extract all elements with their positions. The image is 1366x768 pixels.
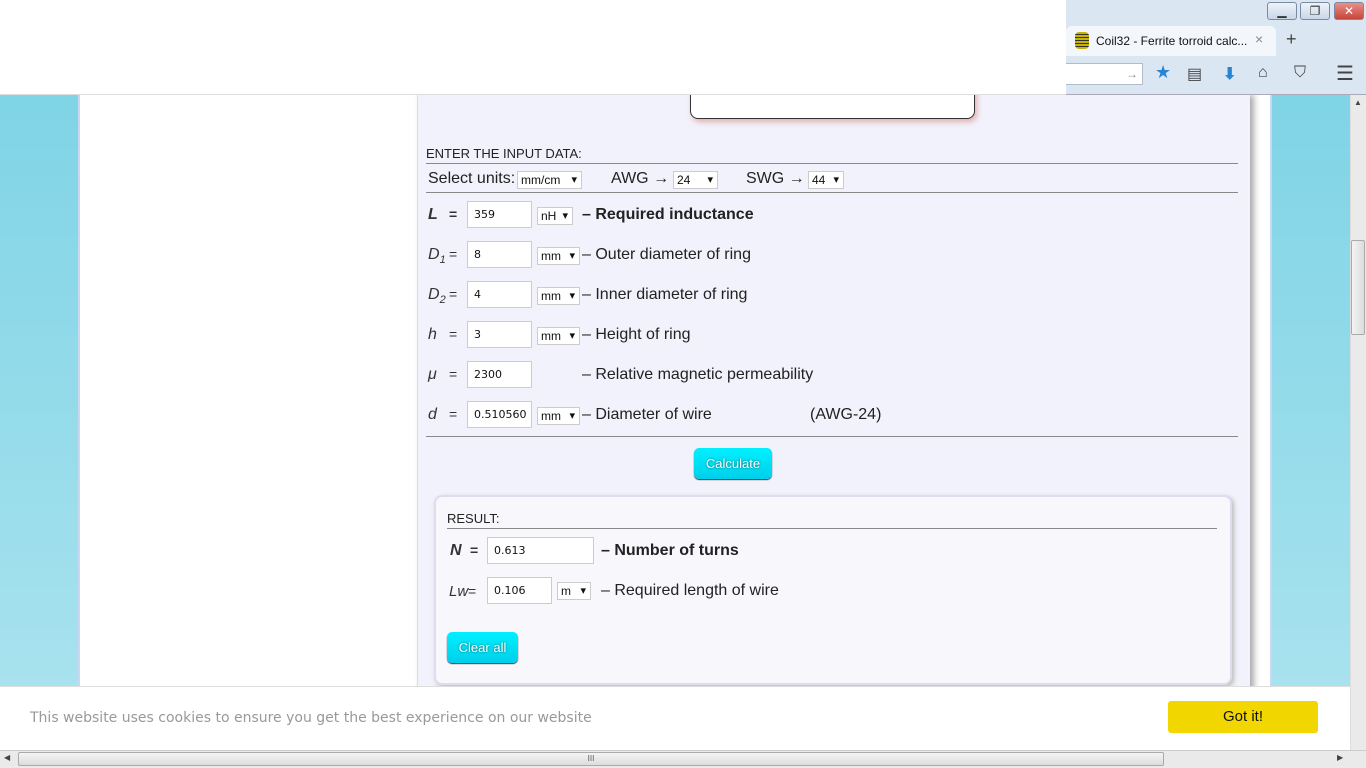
- symbol-subscript: 1: [439, 254, 446, 267]
- browser-tab[interactable]: Coil32 - Ferrite torroid calc...: [1066, 26, 1276, 56]
- vertical-scroll-thumb[interactable]: [1351, 240, 1365, 335]
- description-1: – Outer diameter of ring: [582, 246, 751, 263]
- value-input-0[interactable]: 359: [467, 201, 532, 228]
- scroll-right-icon[interactable]: ▶: [1337, 753, 1343, 762]
- equals-sign: =: [449, 366, 458, 382]
- equals-sign: =: [449, 406, 458, 422]
- equals-sign: =: [449, 326, 458, 342]
- swg-label: SWG →: [746, 170, 805, 187]
- unit-select-5[interactable]: mm: [537, 407, 580, 425]
- symbol-5: d: [428, 406, 437, 424]
- new-tab-button[interactable]: +: [1286, 29, 1297, 50]
- value-input-2[interactable]: 4: [467, 281, 532, 308]
- page-background-right: [1272, 95, 1350, 695]
- symbol-text: D: [428, 286, 440, 303]
- divider: [426, 436, 1238, 437]
- horizontal-scroll-thumb[interactable]: III: [18, 752, 1164, 766]
- result-heading: RESULT:: [447, 511, 500, 526]
- wire-length-label: – Required length of wire: [601, 582, 779, 599]
- equals-sign: =: [449, 206, 458, 222]
- swg-select[interactable]: 44: [808, 171, 844, 189]
- minimize-button[interactable]: ▁: [1267, 2, 1297, 20]
- symbol-2: D2: [428, 286, 446, 306]
- scroll-up-icon[interactable]: ▲: [1354, 98, 1362, 107]
- close-window-button[interactable]: ✕: [1334, 2, 1364, 20]
- blank-overlay: [0, 0, 1066, 95]
- coil-favicon-icon: [1075, 32, 1089, 49]
- input-heading: ENTER THE INPUT DATA:: [426, 146, 582, 161]
- equals-sign: =: [449, 246, 458, 262]
- symbol-text: D: [428, 246, 440, 263]
- description-2: – Inner diameter of ring: [582, 286, 748, 303]
- description-3: – Height of ring: [582, 326, 691, 343]
- cookie-message: This website uses cookies to ensure you …: [30, 710, 592, 726]
- equals-sign: =: [449, 286, 458, 302]
- description-5: – Diameter of wire: [582, 406, 712, 423]
- awg-label: AWG →: [611, 170, 670, 187]
- length-unit-select[interactable]: m: [557, 582, 591, 600]
- value-input-4[interactable]: 2300: [467, 361, 532, 388]
- n-equals: =: [470, 542, 479, 558]
- value-input-3[interactable]: 3: [467, 321, 532, 348]
- tab-close-icon[interactable]: ×: [1255, 31, 1263, 47]
- description-4: – Relative magnetic permeability: [582, 366, 814, 383]
- unit-select-0[interactable]: nH: [537, 207, 573, 225]
- bookmark-star-icon[interactable]: ★: [1155, 62, 1171, 83]
- symbol-text: L: [428, 206, 438, 223]
- divider: [426, 192, 1238, 193]
- symbol-1: D1: [428, 246, 446, 266]
- select-units-label: Select units:: [428, 170, 516, 187]
- symbol-subscript: 2: [439, 294, 446, 307]
- turns-output[interactable]: 0.613: [487, 537, 594, 564]
- wire-length-output[interactable]: 0.106: [487, 577, 552, 604]
- lw-symbol: Lw: [449, 583, 469, 600]
- value-input-5[interactable]: 0.510560: [467, 401, 532, 428]
- go-arrow-icon[interactable]: →: [1126, 67, 1138, 81]
- unit-select-1[interactable]: mm: [537, 247, 580, 265]
- scroll-grip: III: [587, 754, 595, 763]
- calculate-button[interactable]: Calculate: [694, 448, 772, 479]
- symbol-0: L: [428, 206, 438, 224]
- home-icon[interactable]: ⌂: [1258, 64, 1268, 82]
- description-0: – Required inductance: [582, 206, 754, 223]
- url-bar[interactable]: →: [1066, 63, 1143, 85]
- vertical-scrollbar[interactable]: [1350, 95, 1366, 750]
- pocket-icon[interactable]: ⛉: [1294, 64, 1306, 82]
- symbol-text: d: [428, 406, 437, 423]
- download-icon[interactable]: ⬇: [1223, 64, 1236, 84]
- unit-select-2[interactable]: mm: [537, 287, 580, 305]
- lw-equals: =: [468, 583, 477, 599]
- symbol-text: μ: [428, 366, 437, 383]
- awg-select[interactable]: 24: [673, 171, 718, 189]
- cookie-accept-button[interactable]: Got it!: [1168, 701, 1318, 733]
- clear-all-button[interactable]: Clear all: [447, 632, 518, 663]
- menu-icon[interactable]: ☰: [1336, 61, 1354, 86]
- n-symbol: N: [450, 542, 462, 559]
- symbol-4: μ: [428, 366, 437, 384]
- wire-gauge-note: (AWG-24): [810, 406, 882, 423]
- units-select[interactable]: mm/cm: [517, 171, 582, 189]
- unit-select-3[interactable]: mm: [537, 327, 580, 345]
- divider: [447, 528, 1217, 529]
- value-input-1[interactable]: 8: [467, 241, 532, 268]
- scroll-left-icon[interactable]: ◀: [4, 753, 10, 762]
- reading-list-icon[interactable]: ▤: [1187, 64, 1202, 84]
- tab-title: Coil32 - Ferrite torroid calc...: [1096, 34, 1248, 48]
- symbol-text: h: [428, 326, 437, 343]
- result-panel: [434, 495, 1232, 685]
- restore-button[interactable]: ❐: [1300, 2, 1330, 20]
- page-background-left: [0, 95, 78, 695]
- symbol-3: h: [428, 326, 437, 344]
- divider: [426, 163, 1238, 164]
- turns-label: – Number of turns: [601, 542, 739, 559]
